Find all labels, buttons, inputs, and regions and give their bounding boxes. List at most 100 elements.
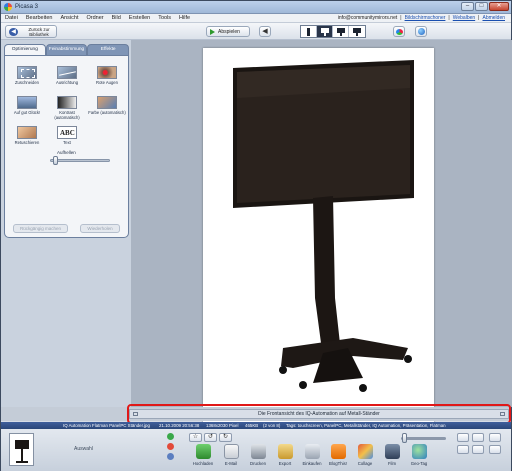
text-icon: ABC (57, 126, 77, 139)
menu-ansicht[interactable]: Ansicht (60, 15, 78, 21)
status-bar: IQ Automation Flatman PanelPC Ständer.jp… (1, 422, 511, 429)
star-button[interactable]: ☆ (189, 433, 202, 442)
wheel (299, 381, 307, 389)
tray-tool-label: Drucken (249, 461, 266, 466)
blogthis-button[interactable]: BlogThis! (324, 444, 352, 466)
crop-tool[interactable]: Zuschneiden (8, 66, 46, 86)
view-mode-switcher (300, 25, 366, 38)
logout-link[interactable]: Abmelden (482, 15, 505, 21)
color-tools-button[interactable] (393, 26, 405, 37)
map-button[interactable] (489, 445, 501, 454)
export-button[interactable]: Export (271, 444, 299, 466)
redo-button[interactable]: Wiederholen (80, 224, 120, 233)
straighten-icon (57, 66, 77, 79)
photo-canvas[interactable] (203, 48, 434, 446)
tab-optimierung[interactable]: Optimierung (4, 44, 46, 55)
wheel (404, 355, 412, 363)
auto-contrast-tool[interactable]: Kontrast (automatisch) (48, 96, 86, 121)
menu-datei[interactable]: Datei (5, 15, 18, 21)
view-compare-button[interactable] (333, 26, 349, 37)
lucky-tool[interactable]: Auf gut Glück! (8, 96, 46, 116)
account-email: info@communitymirors.net (337, 15, 398, 21)
menu-bearbeiten[interactable]: Bearbeiten (26, 15, 53, 21)
tool-label: Farbe (automatisch) (88, 110, 126, 115)
slideshow-button[interactable]: Abspielen (206, 26, 250, 37)
edit-panel: Optimierung Feinabstimmung Effekte Zusch… (1, 40, 131, 407)
auto-color-tool[interactable]: Farbe (automatisch) (88, 96, 126, 116)
fill-light-slider[interactable] (50, 159, 110, 162)
hold-icon[interactable] (167, 433, 174, 440)
maximize-button[interactable]: □ (475, 2, 488, 11)
upload-icon (195, 444, 211, 459)
account-links: info@communitymirors.net | Bildschirmsch… (338, 15, 505, 21)
text-tool[interactable]: ABC Text (48, 126, 86, 146)
mini-foot (16, 461, 28, 463)
tab-feinabstimmung[interactable]: Feinabstimmung (45, 44, 88, 55)
lucky-icon (17, 96, 37, 109)
webalben-link[interactable]: Webalben (453, 15, 475, 21)
tag-button[interactable] (457, 445, 469, 454)
color-wheel-icon (396, 29, 403, 35)
grid-view-button[interactable] (472, 433, 484, 442)
tab-effekte[interactable]: Effekte (87, 44, 130, 55)
menu-tools[interactable]: Tools (158, 15, 171, 21)
list-view-button[interactable] (457, 433, 469, 442)
straighten-tool[interactable]: Ausrichtung (48, 66, 86, 86)
back-to-library-button[interactable]: ◀ Zurück zur Bibliothek (5, 25, 57, 38)
tray-tool-label: Film (387, 461, 397, 466)
redeye-tool[interactable]: Rote Augen (88, 66, 126, 86)
tool-label: Retuschieren (14, 140, 40, 145)
picasa-logo-icon (4, 3, 12, 11)
upload-button[interactable]: Hochladen (189, 444, 217, 466)
title-bar: Picasa 3 – □ ✕ (1, 1, 511, 14)
menu-ordner[interactable]: Ordner (87, 15, 104, 21)
menu-items: Datei Bearbeiten Ansicht Ordner Bild Ers… (5, 15, 190, 21)
stand-icon (356, 33, 358, 36)
film-icon (384, 444, 400, 459)
picasa-window: Picasa 3 – □ ✕ Datei Bearbeiten Ansicht … (0, 0, 512, 471)
blogger-icon (330, 444, 346, 459)
menu-erstellen[interactable]: Erstellen (129, 15, 150, 21)
clear-icon[interactable] (167, 443, 174, 450)
screensaver-link[interactable]: Bildschirmschoner (405, 15, 446, 21)
view-single-button[interactable] (301, 26, 317, 37)
close-button[interactable]: ✕ (489, 2, 509, 11)
contrast-icon (57, 96, 77, 109)
mini-screen (15, 440, 29, 449)
previous-image-button[interactable]: ◀ (259, 26, 271, 37)
display-stand-image (233, 60, 414, 392)
rotate-right-button[interactable]: ↻ (219, 433, 232, 442)
status-dimensions: 1368x2030 Pixel (206, 423, 239, 428)
wheel (359, 384, 367, 392)
view-edit-button[interactable] (317, 26, 333, 37)
collage-button[interactable]: Collage (351, 444, 379, 466)
globe-button[interactable] (415, 26, 427, 37)
tool-label: Zuschneiden (15, 80, 39, 85)
thumbnail-size-slider[interactable] (401, 437, 446, 440)
printer-icon (250, 444, 266, 459)
play-icon (210, 29, 215, 35)
thumbnail-size-knob[interactable] (402, 433, 407, 443)
separator: | (400, 15, 402, 21)
minimize-button[interactable]: – (461, 2, 474, 11)
tool-label: Kontrast (automatisch) (54, 110, 80, 120)
email-button[interactable]: E-Mail (217, 444, 245, 466)
menu-hilfe[interactable]: Hilfe (179, 15, 190, 21)
shop-button[interactable]: Einkaufen (298, 444, 326, 466)
people-button[interactable] (489, 433, 501, 442)
retouch-tool[interactable]: Retuschieren (8, 126, 46, 146)
tray-thumbnail[interactable] (9, 433, 34, 466)
selection-label: Auswahl (74, 446, 93, 452)
menu-bild[interactable]: Bild (112, 15, 121, 21)
text-icon-glyph: ABC (60, 129, 75, 137)
print-button[interactable]: Drucken (244, 444, 272, 466)
movie-button[interactable]: Film (378, 444, 406, 466)
view-fullscreen-button[interactable] (349, 26, 365, 37)
edit-tabs: Optimierung Feinabstimmung Effekte (4, 44, 130, 55)
add-icon[interactable] (167, 453, 174, 460)
fill-light-knob[interactable] (52, 156, 58, 165)
geotag-button[interactable]: Geo-Tag (405, 444, 433, 466)
undo-button[interactable]: Rückgängig machen (13, 224, 68, 233)
info-button[interactable] (472, 445, 484, 454)
rotate-left-button[interactable]: ↺ (204, 433, 217, 442)
